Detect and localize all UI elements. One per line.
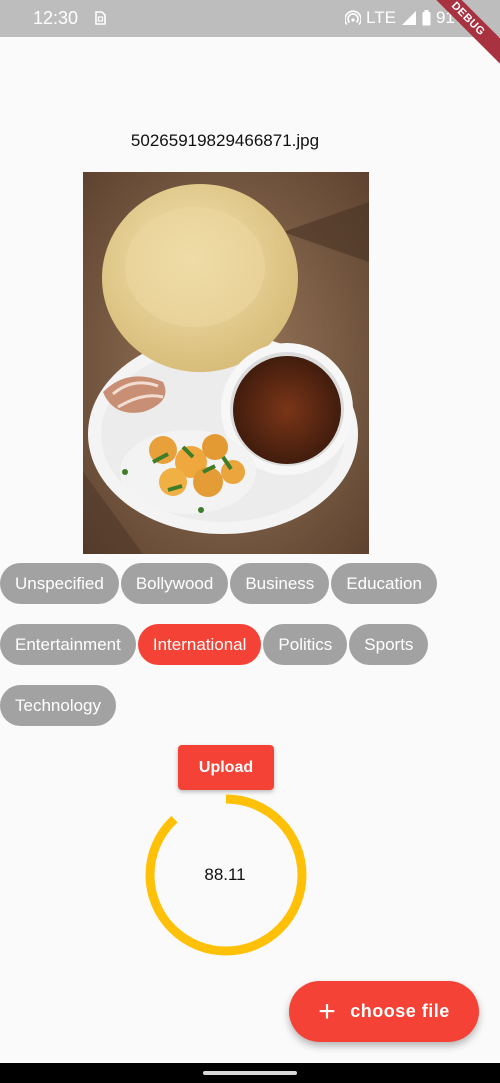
progress-value: 88.11 <box>204 865 246 884</box>
chip-education[interactable]: Education <box>331 563 437 604</box>
chip-bollywood[interactable]: Bollywood <box>120 563 229 604</box>
chip-politics[interactable]: Politics <box>263 624 348 665</box>
upload-button[interactable]: Upload <box>178 745 274 790</box>
signal-icon <box>401 11 416 25</box>
network-type: LTE <box>366 8 396 27</box>
chip-unspecified[interactable]: Unspecified <box>0 563 119 604</box>
chip-technology[interactable]: Technology <box>0 685 117 726</box>
navigation-bar <box>0 1063 500 1083</box>
battery-icon <box>422 10 431 26</box>
hotspot-icon <box>345 10 362 26</box>
plus-icon: + <box>318 994 337 1028</box>
chip-business[interactable]: Business <box>230 563 330 604</box>
chip-international[interactable]: International <box>137 624 262 665</box>
status-time: 12:30 <box>33 8 79 28</box>
choose-file-button[interactable]: + choose file <box>289 981 479 1042</box>
sim-card-icon <box>95 11 106 25</box>
chip-sports[interactable]: Sports <box>349 624 429 665</box>
category-chips: Unspecified Bollywood Business Education… <box>0 563 470 746</box>
chip-entertainment[interactable]: Entertainment <box>0 624 136 665</box>
status-bar: 12:30 LTE 91% <box>0 0 500 37</box>
home-indicator[interactable] <box>203 1071 297 1075</box>
choose-file-label: choose file <box>350 1001 450 1021</box>
file-name: 50265919829466871.jpg <box>130 131 320 150</box>
selected-image <box>83 172 369 554</box>
